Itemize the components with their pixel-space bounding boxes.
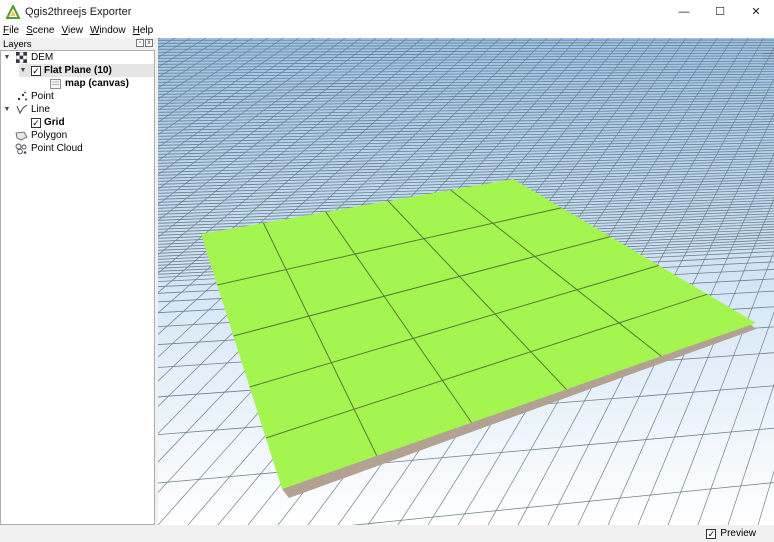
- close-button[interactable]: ✕: [738, 0, 774, 23]
- tree-item-flat-plane[interactable]: ▼ ✓ Flat Plane (10): [19, 64, 154, 77]
- tree-item-grid[interactable]: ✓ Grid: [27, 116, 65, 129]
- window-title: Qgis2threejs Exporter: [25, 5, 132, 18]
- 3d-scene-canvas[interactable]: [158, 38, 774, 525]
- tree-item-label: Point: [31, 91, 54, 102]
- dem-grid-icon: [15, 52, 28, 64]
- tree-item-polygon[interactable]: Polygon: [11, 129, 67, 142]
- tree-item-label: map (canvas): [65, 78, 129, 89]
- maximize-button[interactable]: ☐: [702, 0, 738, 23]
- preview-toggle[interactable]: ✓ Preview: [706, 528, 756, 539]
- polygon-layer-icon: [15, 130, 28, 142]
- tree-item-map-canvas[interactable]: map (canvas): [49, 77, 129, 90]
- expand-arrow-icon[interactable]: ▼: [19, 67, 27, 74]
- tree-item-label: Flat Plane (10): [44, 65, 112, 76]
- tree-item-label: Grid: [44, 117, 65, 128]
- menu-help[interactable]: Help: [133, 25, 154, 36]
- tree-item-point[interactable]: Point: [11, 90, 54, 103]
- menu-bar: File Scene View Window Help: [0, 23, 774, 38]
- point-layer-icon: [15, 91, 28, 103]
- status-bar: ✓ Preview: [0, 525, 774, 542]
- minimize-button[interactable]: —: [666, 0, 702, 23]
- menu-scene[interactable]: Scene: [26, 25, 54, 36]
- grid-checkbox[interactable]: ✓: [31, 117, 41, 128]
- app-logo-icon: [5, 4, 21, 20]
- layer-tree[interactable]: ▼ DEM ▼ ✓ Flat Plane (10) map (canvas) P…: [0, 50, 155, 525]
- line-layer-icon: [15, 104, 28, 116]
- tree-item-label: Polygon: [31, 130, 68, 141]
- tree-item-point-cloud[interactable]: Point Cloud: [11, 142, 83, 155]
- flat-plane-checkbox[interactable]: ✓: [31, 65, 41, 76]
- tree-item-label: Line: [31, 104, 50, 115]
- panel-close-button[interactable]: x: [145, 39, 153, 47]
- menu-window[interactable]: Window: [90, 25, 126, 36]
- panel-float-button[interactable]: ▫: [136, 39, 144, 47]
- tree-item-dem[interactable]: ▼ DEM: [3, 51, 53, 64]
- tree-item-label: Point Cloud: [31, 143, 83, 154]
- expand-arrow-icon[interactable]: ▼: [3, 106, 11, 113]
- menu-file[interactable]: File: [3, 25, 19, 36]
- expand-arrow-icon[interactable]: ▼: [3, 54, 11, 61]
- layers-panel-title: Layers: [3, 38, 32, 50]
- layers-panel: Layers ▫ x ▼ DEM ▼ ✓ Flat Plane (10) map…: [0, 38, 155, 525]
- tree-item-line[interactable]: ▼ Line: [3, 103, 50, 116]
- 3d-preview-viewport[interactable]: [158, 38, 774, 525]
- menu-view[interactable]: View: [61, 25, 83, 36]
- layers-panel-header: Layers ▫ x: [0, 38, 155, 50]
- point-cloud-layer-icon: [15, 143, 28, 155]
- preview-checkbox[interactable]: ✓: [706, 528, 717, 539]
- map-canvas-icon: [49, 78, 62, 90]
- preview-label: Preview: [720, 528, 756, 539]
- tree-item-label: DEM: [31, 52, 54, 63]
- title-bar: Qgis2threejs Exporter — ☐ ✕: [0, 0, 774, 23]
